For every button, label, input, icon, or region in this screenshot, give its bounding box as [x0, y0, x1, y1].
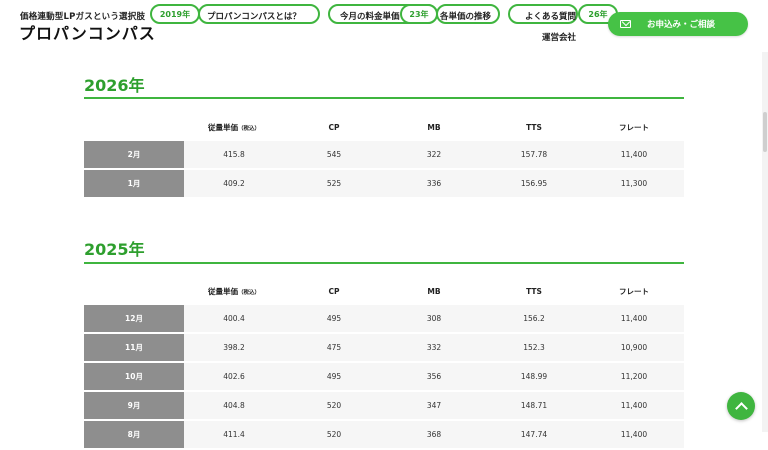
year-pill-23[interactable]: 23年: [400, 4, 438, 24]
header-mb: MB: [427, 123, 441, 132]
header-mb: MB: [427, 287, 441, 296]
mb-cell: 356: [384, 363, 484, 392]
mb-cell: 347: [384, 392, 484, 421]
header-cp: CP: [328, 123, 340, 132]
tts-cell: 147.74: [484, 421, 584, 450]
month-cell: 9月: [84, 392, 184, 421]
section-title-2026: 2026年: [84, 76, 145, 95]
cp-cell: 495: [284, 305, 384, 334]
cp-cell: 520: [284, 421, 384, 450]
tts-cell: 156.95: [484, 170, 584, 199]
header-cell-blank: [84, 114, 184, 141]
table-header-row: 従量単価（税込） CP MB TTS フレート: [84, 278, 684, 305]
freight-cell: 11,400: [584, 392, 684, 421]
header-tts: TTS: [526, 287, 542, 296]
freight-cell: 11,400: [584, 141, 684, 170]
month-cell: 1月: [84, 170, 184, 199]
chevron-up-icon: [734, 401, 748, 415]
tts-cell: 157.78: [484, 141, 584, 170]
month-cell: 8月: [84, 421, 184, 450]
table-row: 2月 415.8 545 322 157.78 11,400: [84, 141, 684, 170]
price-cell: 415.8: [184, 141, 284, 170]
cp-cell: 495: [284, 363, 384, 392]
nav-trend[interactable]: 各単価の推移: [440, 10, 491, 22]
mb-cell: 332: [384, 334, 484, 363]
table-row: 8月 411.4 520 368 147.74 11,400: [84, 421, 684, 450]
price-cell: 404.8: [184, 392, 284, 421]
site-logo[interactable]: プロパンコンパス: [19, 20, 156, 44]
cp-cell: 545: [284, 141, 384, 170]
price-cell: 411.4: [184, 421, 284, 450]
freight-cell: 11,400: [584, 421, 684, 450]
header-tts: TTS: [526, 123, 542, 132]
price-cell: 409.2: [184, 170, 284, 199]
header-unit-price: 従量単価（税込）: [207, 123, 260, 132]
header-cp: CP: [328, 287, 340, 296]
table-row: 12月 400.4 495 308 156.2 11,400: [84, 305, 684, 334]
tts-cell: 148.71: [484, 392, 584, 421]
table-header-row: 従量単価（税込） CP MB TTS フレート: [84, 114, 684, 141]
tts-cell: 148.99: [484, 363, 584, 392]
contact-button[interactable]: お申込み・ご相談: [608, 12, 748, 36]
section-title-2025: 2025年: [84, 240, 145, 259]
contact-button-label: お申込み・ご相談: [647, 20, 716, 30]
mb-cell: 322: [384, 141, 484, 170]
table-row: 11月 398.2 475 332 152.3 10,900: [84, 334, 684, 363]
nav-faq[interactable]: よくある質問: [525, 10, 576, 22]
cp-cell: 475: [284, 334, 384, 363]
month-cell: 10月: [84, 363, 184, 392]
table-row: 1月 409.2 525 336 156.95 11,300: [84, 170, 684, 199]
header-freight: フレート: [619, 287, 649, 296]
mb-cell: 336: [384, 170, 484, 199]
back-to-top-button[interactable]: [727, 392, 755, 420]
section-divider: [84, 262, 684, 264]
section-divider: [84, 97, 684, 99]
header-cell-blank: [84, 278, 184, 305]
price-table-2025: 従量単価（税込） CP MB TTS フレート 12月 400.4 495 30…: [84, 278, 684, 450]
cp-cell: 520: [284, 392, 384, 421]
price-table-2026: 従量単価（税込） CP MB TTS フレート 2月 415.8 545 322…: [84, 114, 684, 199]
freight-cell: 11,200: [584, 363, 684, 392]
freight-cell: 10,900: [584, 334, 684, 363]
month-cell: 2月: [84, 141, 184, 170]
nav-company[interactable]: 運営会社: [542, 31, 576, 43]
month-cell: 12月: [84, 305, 184, 334]
nav-current-rate[interactable]: 今月の料金単価: [340, 10, 400, 22]
nav-about[interactable]: プロパンコンパスとは？: [207, 10, 301, 22]
year-pill-2019[interactable]: 2019年: [150, 4, 200, 24]
header-freight: フレート: [619, 123, 649, 132]
page-scrollbar[interactable]: [762, 52, 768, 432]
table-row: 10月 402.6 495 356 148.99 11,200: [84, 363, 684, 392]
scrollbar-thumb[interactable]: [763, 112, 767, 152]
freight-cell: 11,400: [584, 305, 684, 334]
mail-icon: [620, 20, 631, 28]
freight-cell: 11,300: [584, 170, 684, 199]
tts-cell: 152.3: [484, 334, 584, 363]
price-cell: 400.4: [184, 305, 284, 334]
site-header: 価格連動型LPガスという選択肢 プロパンコンパス 2019年 プロパンコンパスと…: [0, 0, 768, 52]
price-cell: 398.2: [184, 334, 284, 363]
price-cell: 402.6: [184, 363, 284, 392]
mb-cell: 308: [384, 305, 484, 334]
month-cell: 11月: [84, 334, 184, 363]
tts-cell: 156.2: [484, 305, 584, 334]
cp-cell: 525: [284, 170, 384, 199]
header-unit-price: 従量単価（税込）: [207, 287, 260, 296]
mb-cell: 368: [384, 421, 484, 450]
table-row: 9月 404.8 520 347 148.71 11,400: [84, 392, 684, 421]
